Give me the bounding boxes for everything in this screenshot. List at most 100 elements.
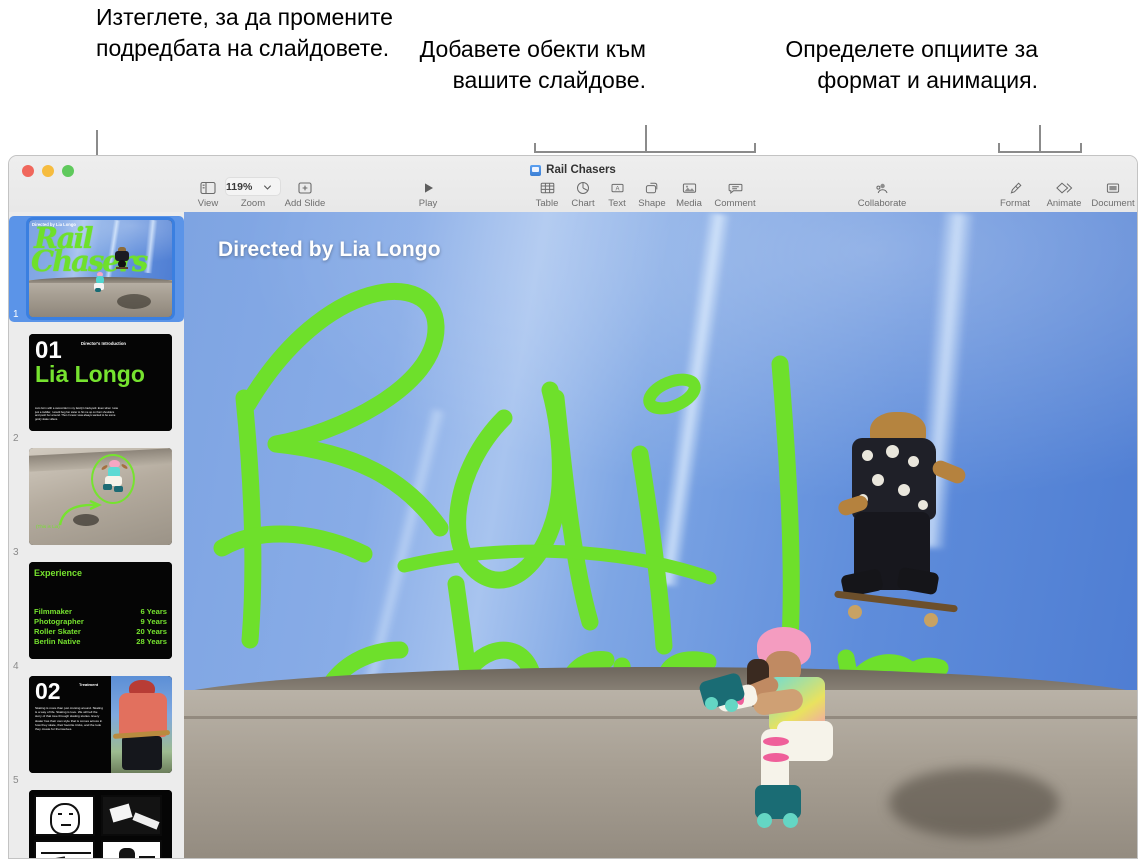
slide-editor-canvas[interactable]: Directed by Lia Longo — [184, 212, 1137, 858]
skate-wheel — [725, 699, 739, 713]
experience-role: Filmmaker — [34, 607, 72, 616]
experience-row: Filmmaker 6 Years — [34, 607, 167, 616]
slide-3-canvas: (This is Lia) — [29, 448, 172, 545]
slide-thumbnail-2[interactable]: 2 01 Director's Introduction Lia Longo L… — [9, 334, 184, 448]
toolbar-add-slide-label: Add Slide — [284, 198, 326, 209]
slide-2-body: Lia's born with a camcorder in my family… — [35, 407, 119, 421]
portrait-photo — [110, 676, 172, 773]
callout-bracket-middle-right-tick — [754, 143, 756, 153]
window-body: 1 Directed by Lia Longo Rail Chasers 2 0… — [9, 212, 1137, 858]
slide-2-section-number: 01 — [35, 337, 62, 364]
toolbar-zoom-control[interactable]: 119% Zoom — [225, 177, 281, 209]
slide-thumbnail-1[interactable]: 1 Directed by Lia Longo Rail Chasers — [9, 216, 184, 334]
callout-leader-right — [1039, 125, 1041, 153]
skate-wheel — [757, 813, 773, 829]
slide-thumbnail-3[interactable]: 3 (This is Lia) — [9, 448, 184, 562]
storyboard-panel-skate — [101, 795, 162, 836]
skateboarder-midair — [832, 412, 968, 632]
photo-image-icon — [682, 183, 696, 193]
toolbar-add-slide-button[interactable]: Add Slide — [277, 178, 333, 209]
slide-4-canvas: Experience Filmmaker 6 Years Photographe… — [29, 562, 172, 659]
callout-format-animate: Определете опциите за формат и анимация. — [785, 36, 1038, 93]
sidebar-panel-icon — [200, 181, 216, 195]
slide-number-3: 3 — [13, 547, 19, 558]
slide-3-annotation: (This is Lia) — [36, 524, 60, 529]
roller-skater-figure — [100, 460, 129, 498]
keynote-document-icon — [530, 164, 542, 176]
callout-add-objects: Добавете обекти към вашите слайдове. — [419, 36, 646, 93]
shapes-overlap-icon — [645, 182, 657, 194]
slide-1-graffiti-line-2: Chasers — [31, 244, 148, 278]
experience-row: Roller Skater 20 Years — [34, 627, 167, 636]
storyboard-panel-face — [34, 795, 95, 836]
experience-role: Photographer — [34, 617, 84, 626]
callout-bracket-right-right-tick — [1080, 143, 1082, 153]
plus-in-box-icon — [298, 182, 312, 194]
toolbar-document-button[interactable]: Document — [1085, 178, 1137, 209]
toolbar-animate-label: Animate — [1046, 198, 1082, 209]
paintbrush-icon — [1010, 182, 1022, 194]
document-title: Rail Chasers — [546, 164, 616, 176]
skate-wheel — [705, 697, 719, 711]
zoom-value: 119% — [226, 180, 253, 193]
callout-reorder-slides: Изтеглете, за да промените подредбата на… — [96, 4, 393, 61]
experience-role: Roller Skater — [34, 627, 81, 636]
callout-bracket-right — [998, 151, 1082, 153]
play-triangle-icon — [424, 183, 433, 193]
toolbar-collaborate-label: Collaborate — [857, 198, 907, 209]
slide-5-section-number: 02 — [35, 678, 61, 704]
slide-number-5: 5 — [13, 775, 19, 786]
document-title-group: Rail Chasers — [9, 164, 1137, 176]
slide-overline-text: Directed by Lia Longo — [218, 238, 441, 261]
roller-skater-thumb — [93, 272, 106, 292]
main-toolbar: View 119% Zoom Add Slide Play Table Char… — [9, 177, 1137, 212]
wheel — [924, 613, 939, 628]
annotation-callouts: Изтеглете, за да промените подредбата на… — [0, 0, 1146, 258]
slide-2-kicker: Director's Introduction — [81, 341, 126, 346]
toolbar-collaborate-button[interactable]: Collaborate — [846, 178, 918, 209]
slide-thumbnail-4[interactable]: 4 Experience Filmmaker 6 Years Photograp… — [9, 562, 184, 676]
toolbar-format-button[interactable]: Format — [987, 178, 1043, 209]
slide-1-main: Directed by Lia Longo — [184, 212, 1137, 858]
slide-number-4: 4 — [13, 661, 19, 672]
slide-number-1: 1 — [13, 309, 19, 320]
experience-years: 6 Years — [140, 607, 167, 616]
pie-chart-icon — [577, 182, 589, 194]
callout-bracket-middle — [534, 151, 756, 153]
wheel — [847, 604, 863, 621]
document-panel-icon — [1106, 183, 1120, 193]
shadow-thumb — [117, 294, 151, 309]
toolbar-document-label: Document — [1091, 198, 1135, 209]
slide-5-body: Skating is more than just cruising aroun… — [35, 706, 103, 731]
figure-shadow — [73, 514, 99, 526]
experience-years: 9 Years — [140, 617, 167, 626]
speech-bubble-icon — [728, 183, 742, 194]
slide-number-2: 2 — [13, 433, 19, 444]
toolbar-animate-button[interactable]: Animate — [1036, 178, 1092, 209]
experience-role: Berlin Native — [34, 637, 81, 646]
window-titlebar: Rail Chasers View 119% Zoom Add Slide Pl… — [9, 156, 1137, 212]
bowl-seam — [184, 715, 1137, 719]
storyboard-panel-figure — [101, 840, 162, 858]
slide-navigator[interactable]: 1 Directed by Lia Longo Rail Chasers 2 0… — [9, 212, 184, 858]
callout-leader-middle — [645, 125, 647, 153]
toolbar-play-label: Play — [418, 198, 438, 209]
skateboarder-thumb — [115, 247, 129, 269]
slide-6-canvas — [29, 790, 172, 858]
toolbar-play-button[interactable]: Play — [400, 178, 456, 209]
slide-4-heading: Experience — [34, 568, 83, 578]
legs — [121, 736, 162, 771]
slide-1-canvas: Directed by Lia Longo Rail Chasers — [29, 220, 172, 317]
slide-thumbnail-5[interactable]: 5 02 Treatment Skating is more than just… — [9, 676, 184, 790]
toolbar-comment-button[interactable]: Comment — [707, 178, 763, 209]
experience-years: 20 Years — [136, 627, 167, 636]
toolbar-zoom-label: Zoom — [240, 198, 266, 209]
zoom-popup-button[interactable]: 119% — [225, 177, 281, 196]
experience-years: 28 Years — [136, 637, 167, 646]
slide-thumbnail-6[interactable]: 6 — [9, 790, 184, 858]
person-add-icon — [876, 183, 888, 194]
chevron-down-icon — [264, 184, 272, 190]
slide-5-canvas: 02 Treatment Skating is more than just c… — [29, 676, 172, 773]
shoe — [896, 566, 940, 596]
roller-skater-seated — [698, 625, 851, 835]
